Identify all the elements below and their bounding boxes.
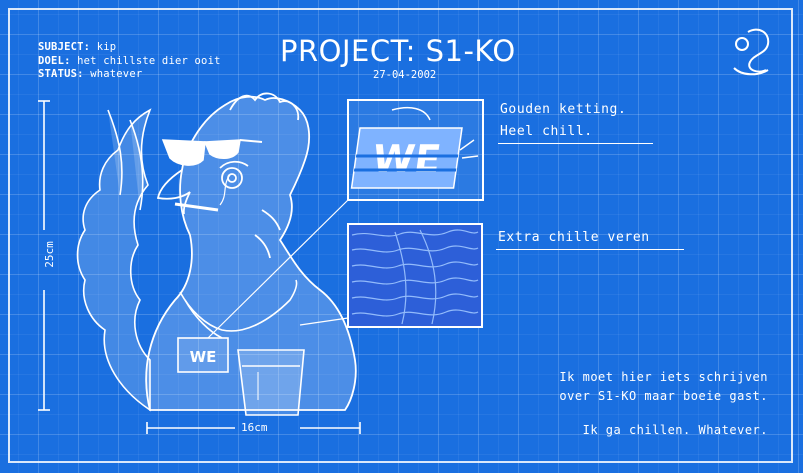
glass-icon bbox=[237, 349, 305, 416]
chain-note-line2: Heel chill. bbox=[500, 124, 593, 139]
feathers-note: Extra chille veren bbox=[498, 230, 650, 245]
footer-text: Ik moet hier iets schrijven over S1-KO m… bbox=[559, 368, 768, 440]
pendant-icon: WE bbox=[177, 337, 229, 373]
logo-icon bbox=[733, 28, 770, 76]
footer-line1: Ik moet hier iets schrijven bbox=[559, 370, 768, 384]
width-dimension: 16cm bbox=[241, 421, 268, 434]
footer-line3: Ik ga chillen. Whatever. bbox=[582, 423, 768, 437]
pendant-callout-box: WE bbox=[347, 99, 484, 201]
pendant-closeup-text: WE bbox=[369, 138, 443, 182]
chain-note-underline bbox=[498, 143, 653, 144]
feather-callout-box bbox=[347, 223, 483, 328]
tail-feathers bbox=[76, 108, 152, 412]
height-dimension: 25cm bbox=[42, 241, 56, 268]
pendant-text: WE bbox=[190, 348, 217, 366]
chain-note: Gouden ketting. Heel chill. bbox=[500, 99, 626, 143]
chain-note-line1: Gouden ketting. bbox=[500, 102, 627, 117]
footer-line2: over S1-KO maar boeie gast. bbox=[559, 389, 768, 403]
feathers-note-underline bbox=[496, 249, 684, 250]
